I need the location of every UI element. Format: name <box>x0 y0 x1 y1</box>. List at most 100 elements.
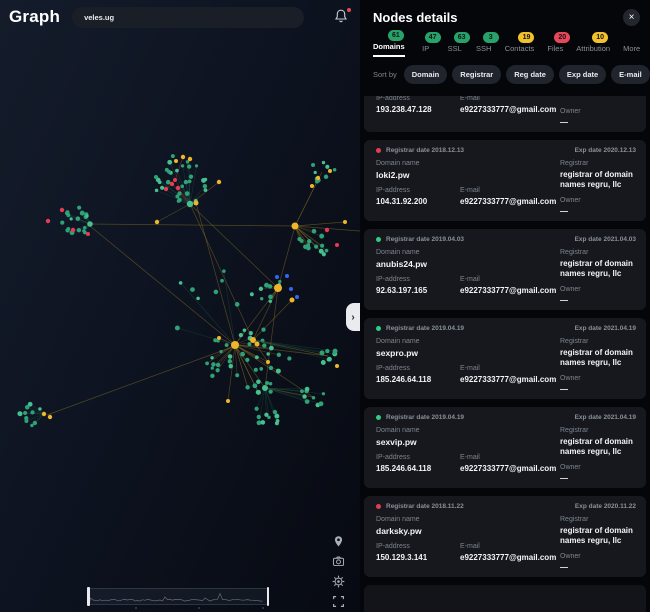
graph-node[interactable] <box>297 237 301 241</box>
graph-node[interactable] <box>219 350 222 353</box>
graph-node[interactable] <box>305 387 310 392</box>
graph-node[interactable] <box>264 283 269 288</box>
graph-node[interactable] <box>312 229 317 234</box>
graph-node[interactable] <box>256 380 261 385</box>
graph-node[interactable] <box>260 297 263 300</box>
domain-card[interactable]: Registrar date 2019.04.19 Exp date 2021.… <box>364 318 646 399</box>
domain-card[interactable]: Registrar date 2018.12.13 Exp date 2020.… <box>364 140 646 221</box>
graph-node[interactable] <box>17 412 21 416</box>
timeline-slider[interactable] <box>88 588 268 605</box>
graph-node[interactable] <box>250 337 256 343</box>
graph-node[interactable] <box>266 352 269 355</box>
graph-node[interactable] <box>319 401 324 406</box>
graph-node[interactable] <box>23 411 27 415</box>
tab-more[interactable]: More <box>623 44 640 57</box>
graph-node[interactable] <box>255 355 259 359</box>
graph-node[interactable] <box>225 343 229 347</box>
graph-node[interactable] <box>325 349 329 353</box>
graph-node[interactable] <box>167 170 171 174</box>
graph-node[interactable] <box>265 381 269 385</box>
graph-node[interactable] <box>250 292 254 296</box>
graph-node[interactable] <box>174 159 178 163</box>
graph-node[interactable] <box>240 352 245 357</box>
graph-node[interactable] <box>269 366 273 370</box>
graph-node[interactable] <box>321 360 326 365</box>
graph-node[interactable] <box>164 187 168 191</box>
graph-node[interactable] <box>246 385 250 389</box>
timeline-handle-end[interactable] <box>267 587 270 606</box>
graph-node[interactable] <box>185 191 190 196</box>
graph-node[interactable] <box>181 164 184 167</box>
graph-node[interactable] <box>216 363 220 367</box>
graph-node[interactable] <box>170 182 174 186</box>
graph-node[interactable] <box>167 160 172 165</box>
graph-node[interactable] <box>333 350 337 354</box>
graph-node[interactable] <box>87 221 93 227</box>
graph-node[interactable] <box>71 228 75 232</box>
graph-node[interactable] <box>314 171 317 174</box>
graph-node[interactable] <box>259 367 263 371</box>
graph-node[interactable] <box>30 410 34 414</box>
sort-domain-button[interactable]: Domain <box>404 65 448 84</box>
graph-node[interactable] <box>187 164 191 168</box>
graph-node[interactable] <box>181 155 185 159</box>
graph-node[interactable] <box>228 359 232 363</box>
graph-node[interactable] <box>188 157 192 161</box>
graph-node[interactable] <box>173 178 177 182</box>
graph-node[interactable] <box>314 245 318 249</box>
graph-node[interactable] <box>228 364 233 369</box>
graph-node[interactable] <box>300 389 304 393</box>
graph-node[interactable] <box>305 399 310 404</box>
graph-node[interactable] <box>77 228 81 232</box>
graph-node[interactable] <box>261 328 265 332</box>
graph-node[interactable] <box>210 356 213 359</box>
graph-node[interactable] <box>85 214 88 217</box>
graph-node[interactable] <box>328 169 332 173</box>
graph-node[interactable] <box>220 279 224 283</box>
graph-node[interactable] <box>275 421 279 425</box>
graph-node[interactable] <box>269 300 272 303</box>
graph-node[interactable] <box>262 343 266 347</box>
graph-node[interactable] <box>302 394 306 398</box>
graph-node[interactable] <box>264 413 268 417</box>
graph-node[interactable] <box>235 373 239 377</box>
tab-domains[interactable]: 61 Domains <box>373 30 405 57</box>
close-button[interactable]: × <box>623 9 640 26</box>
graph-node[interactable] <box>82 229 86 233</box>
graph-node[interactable] <box>266 360 270 364</box>
graph-node[interactable] <box>222 269 226 273</box>
graph-node[interactable] <box>274 284 282 292</box>
graph-node[interactable] <box>196 297 200 301</box>
graph-node[interactable] <box>324 175 328 179</box>
graph-node[interactable] <box>243 329 246 332</box>
graph-node[interactable] <box>312 396 316 400</box>
graph-node[interactable] <box>274 414 279 419</box>
graph-node[interactable] <box>276 369 281 374</box>
graph-node[interactable] <box>190 287 195 292</box>
graph-node[interactable] <box>205 362 209 366</box>
graph-node[interactable] <box>217 180 221 184</box>
graph-node[interactable] <box>295 295 299 299</box>
graph-node[interactable] <box>60 221 64 225</box>
graph-node[interactable] <box>316 176 320 180</box>
graph-node[interactable] <box>307 239 311 243</box>
graph-node[interactable] <box>306 246 311 251</box>
graph-node[interactable] <box>80 211 85 216</box>
graph-node[interactable] <box>255 342 260 347</box>
graph-node[interactable] <box>333 168 337 172</box>
graph-node[interactable] <box>217 336 221 340</box>
graph-node[interactable] <box>256 390 260 394</box>
graph-node[interactable] <box>325 228 329 232</box>
domain-card[interactable]: Registrar date 2018.11.22 Exp date 2020.… <box>364 496 646 577</box>
graph-node[interactable] <box>171 154 175 158</box>
graph-node[interactable] <box>175 194 179 198</box>
graph-node[interactable] <box>322 252 326 256</box>
tab-attribution[interactable]: 10 Attribution <box>576 32 610 57</box>
graph-node[interactable] <box>235 302 240 307</box>
settings-button[interactable] <box>331 574 346 589</box>
graph-node[interactable] <box>177 199 181 203</box>
tab-files[interactable]: 20 Files <box>547 32 563 57</box>
graph-node[interactable] <box>30 424 33 427</box>
graph-node[interactable] <box>275 275 279 279</box>
graph-node[interactable] <box>160 186 164 190</box>
